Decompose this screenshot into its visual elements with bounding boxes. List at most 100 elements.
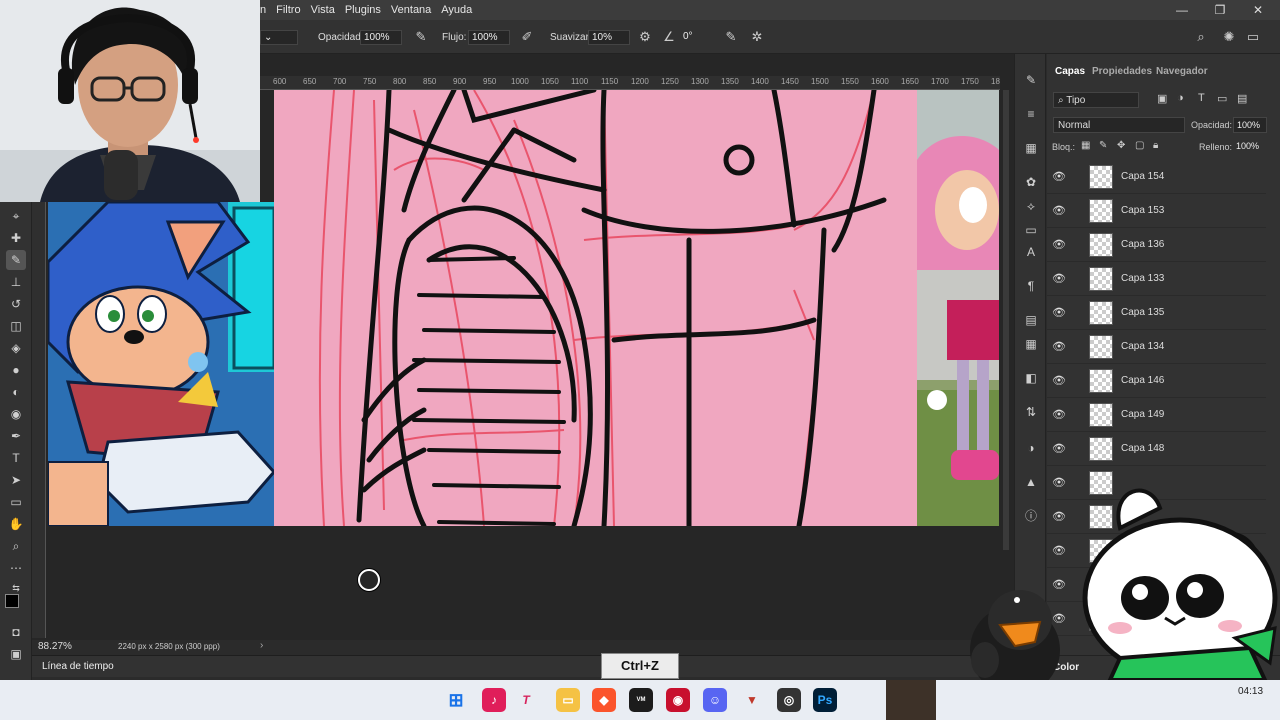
healing-brush-icon[interactable]: ✚ — [6, 228, 26, 248]
brush-icon[interactable]: ✎ — [6, 250, 26, 270]
search-icon[interactable]: ⌕ — [1192, 28, 1210, 46]
layer-row[interactable]: 👁︎ Capa 154 — [1047, 160, 1266, 194]
dodge-icon[interactable]: ◐ — [6, 382, 26, 402]
lock-position-icon[interactable]: ✥ — [1117, 140, 1125, 151]
eye-icon[interactable]: 👁︎ — [1047, 238, 1071, 251]
info-icon[interactable]: ⓘ — [1021, 506, 1041, 526]
paint-bucket-icon[interactable]: ◈ — [6, 338, 26, 358]
paths-icon[interactable]: ⟡ — [1021, 196, 1041, 216]
layer-opacity-input[interactable]: 100% — [1233, 117, 1267, 133]
layer-row[interactable]: 👁︎ Capa 135 — [1047, 296, 1266, 330]
gradient-icon[interactable]: ▤ — [1021, 310, 1041, 330]
grid-icon[interactable]: ▦ — [1021, 138, 1041, 158]
filter-pixel-icon[interactable]: ▣ — [1157, 92, 1167, 105]
filter-shape-icon[interactable]: ▭ — [1217, 92, 1227, 105]
layer-row[interactable]: 👁︎ Capa 146 — [1047, 364, 1266, 398]
adjustments-icon[interactable]: ≡ — [1021, 104, 1041, 124]
pressure-size-icon[interactable]: ✎ — [722, 28, 740, 46]
windows-start-icon[interactable]: ⊞ — [444, 688, 468, 712]
lock-artboard-icon[interactable]: ▢ — [1135, 140, 1144, 151]
discord-icon[interactable]: ☺ — [703, 688, 727, 712]
pressure-opacity-icon[interactable]: ✎ — [412, 28, 430, 46]
histogram-icon[interactable]: ▲ — [1021, 472, 1041, 492]
photoshop-icon[interactable]: Ps — [813, 688, 837, 712]
swatches-icon[interactable]: ▦ — [1021, 334, 1041, 354]
eye-icon[interactable]: 👁︎ — [1047, 340, 1071, 353]
menu-vista[interactable]: Vista — [311, 4, 335, 16]
gear-icon[interactable]: ⚙ — [636, 28, 654, 46]
brush-preset-dropdown[interactable]: ⌄ — [260, 30, 298, 45]
smoothing-input[interactable]: 10% — [588, 30, 630, 45]
lock-all-icon[interactable]: 🔒︎ — [1153, 140, 1158, 151]
flow-input[interactable]: 100% — [468, 30, 510, 45]
character-icon[interactable]: A — [1021, 242, 1041, 262]
lock-transparent-icon[interactable]: ▦ — [1081, 140, 1090, 151]
eye-icon[interactable]: 👁︎ — [1047, 408, 1071, 421]
menu-plugins[interactable]: Plugins — [345, 4, 381, 16]
layer-row[interactable]: 👁︎ Capa 149 — [1047, 398, 1266, 432]
tab-propiedades[interactable]: Propiedades — [1092, 66, 1152, 77]
file-explorer-icon[interactable]: ▭ — [556, 688, 580, 712]
paragraph-icon[interactable]: ¶ — [1021, 276, 1041, 296]
eye-icon[interactable]: 👁︎ — [1047, 170, 1071, 183]
tab-capas[interactable]: Capas — [1055, 66, 1085, 77]
hand-icon[interactable]: ✋ — [6, 514, 26, 534]
path-select-icon[interactable]: ➤ — [6, 470, 26, 490]
tiktok-icon[interactable]: ♪ — [482, 688, 506, 712]
layer-row[interactable]: 👁︎ Capa 136 — [1047, 228, 1266, 262]
menu-edit-fragment[interactable]: n — [260, 4, 266, 16]
styles-icon[interactable]: ◑ — [1021, 438, 1041, 458]
eye-icon[interactable]: 👁︎ — [1047, 442, 1071, 455]
tab-navegador[interactable]: Navegador — [1156, 66, 1208, 77]
eye-icon[interactable]: 👁︎ — [1047, 272, 1071, 285]
quick-mask-icon[interactable]: ◘ — [6, 622, 26, 642]
comments-icon[interactable]: ▭ — [1021, 220, 1041, 240]
opacity-input[interactable]: 100% — [360, 30, 402, 45]
lock-pixels-icon[interactable]: ✎ — [1099, 140, 1107, 151]
blend-mode-dropdown[interactable]: Normal — [1053, 117, 1185, 133]
chevron-right-icon[interactable]: › — [260, 640, 263, 651]
brave-icon[interactable]: ◆ — [592, 688, 616, 712]
voicemeeter-icon[interactable]: VM — [629, 688, 653, 712]
rectangle-icon[interactable]: ▭ — [6, 492, 26, 512]
fill-input[interactable]: 100% — [1233, 140, 1267, 154]
filter-type-icon[interactable]: T — [1198, 92, 1205, 104]
zoom-level[interactable]: 88.27% — [38, 641, 72, 652]
menu-ventana[interactable]: Ventana — [391, 4, 431, 16]
eraser-icon[interactable]: ◫ — [6, 316, 26, 336]
angle-input[interactable]: 0° — [680, 30, 712, 45]
sponge-icon[interactable]: ◉ — [6, 404, 26, 424]
zoom-icon[interactable]: ⌕ — [6, 536, 26, 556]
taskbar-clock[interactable]: 04:13 — [1238, 686, 1263, 697]
brush-settings-icon[interactable]: ✎ — [1021, 70, 1041, 90]
eye-icon[interactable]: 👁︎ — [1047, 374, 1071, 387]
pen-icon[interactable]: ✒ — [6, 426, 26, 446]
workspace-icon[interactable]: ▭ — [1244, 28, 1262, 46]
menu-ayuda[interactable]: Ayuda — [441, 4, 472, 16]
airbrush-icon[interactable]: ✐ — [518, 28, 536, 46]
screen-mode-icon[interactable]: ▣ — [6, 644, 26, 664]
layer-row[interactable]: 👁︎ Capa 148 — [1047, 432, 1266, 466]
blur-icon[interactable]: ● — [6, 360, 26, 380]
obs-icon[interactable]: ◎ — [777, 688, 801, 712]
text-app-icon[interactable]: T — [514, 688, 538, 712]
color-wheel-icon[interactable]: ✿ — [1021, 172, 1041, 192]
timeline-panel-header[interactable]: Línea de tiempo — [32, 655, 1014, 677]
filter-smart-icon[interactable]: ▤ — [1237, 92, 1247, 105]
type-icon[interactable]: T — [6, 448, 26, 468]
close-icon[interactable]: ✕ — [1250, 2, 1266, 18]
minimize-icon[interactable]: — — [1174, 2, 1190, 18]
menu-filtro[interactable]: Filtro — [276, 4, 300, 16]
foreground-color-swatch[interactable] — [5, 594, 19, 608]
layer-filter-dropdown[interactable]: ⌕ Tipo — [1053, 92, 1139, 108]
filter-adjust-icon[interactable]: ◑ — [1177, 92, 1184, 104]
symmetry-icon[interactable]: ✲ — [748, 28, 766, 46]
more-tools-icon[interactable]: ⋯ — [6, 558, 26, 578]
radio-app-icon[interactable]: ◉ — [666, 688, 690, 712]
layer-comps-icon[interactable]: ◧ — [1021, 368, 1041, 388]
layer-row[interactable]: 👁︎ Capa 153 — [1047, 194, 1266, 228]
bulb-icon[interactable]: ✺ — [1220, 28, 1238, 46]
history-brush-icon[interactable]: ↺ — [6, 294, 26, 314]
timeline-label[interactable]: Línea de tiempo — [42, 661, 114, 672]
vertical-scrollbar[interactable] — [1003, 90, 1009, 550]
